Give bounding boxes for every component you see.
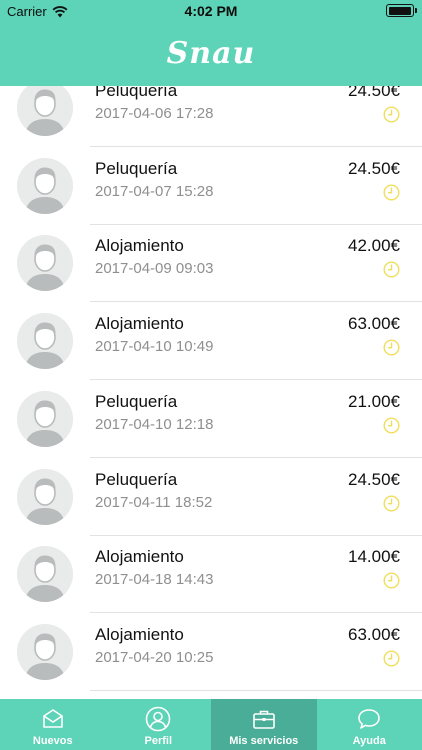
service-price: 24.50€	[348, 158, 400, 178]
avatar	[17, 86, 73, 136]
service-date: 2017-04-11 18:52	[95, 493, 213, 511]
tab-nuevos[interactable]: Nuevos	[0, 699, 106, 750]
service-date: 2017-04-09 09:03	[95, 260, 214, 278]
inbox-icon	[40, 706, 66, 732]
service-date: 2017-04-10 10:49	[95, 338, 214, 356]
service-title: Peluquería	[95, 469, 178, 489]
clock-icon	[383, 494, 400, 512]
tab-label: Mis servicios	[229, 735, 299, 747]
battery-fill	[388, 6, 411, 15]
clock-icon	[383, 339, 400, 356]
tab-perfil[interactable]: Perfil	[106, 699, 212, 750]
app-logo-title: Snau	[166, 36, 256, 71]
clock-icon	[383, 572, 400, 589]
status-time: 4:02 PM	[184, 3, 238, 19]
chat-bubble-icon	[356, 706, 382, 732]
clock-icon	[383, 261, 400, 278]
tab-bar: Nuevos Perfil Mis servicios Ayuda	[0, 699, 422, 750]
briefcase-icon	[251, 706, 277, 732]
clock-icon	[383, 417, 400, 434]
service-row[interactable]: Peluquería 2017-04-11 18:52 24.50€	[0, 458, 422, 536]
service-row[interactable]: Peluquería 2017-04-10 12:18 21.00€	[0, 380, 422, 458]
service-title: Alojamiento	[95, 236, 184, 256]
tab-label: Nuevos	[32, 735, 73, 747]
tab-label: Ayuda	[352, 735, 386, 747]
tab-ayuda[interactable]: Ayuda	[317, 699, 422, 750]
service-date: 2017-04-10 12:18	[95, 415, 214, 433]
services-list[interactable]: Peluquería 2017-04-06 17:28 24.50€ Peluq…	[0, 86, 422, 699]
tab-mis-servicios[interactable]: Mis servicios	[211, 699, 317, 750]
service-price: 21.00€	[348, 391, 400, 411]
tab-label: Perfil	[144, 735, 172, 747]
status-bar: Carrier 4:02 PM	[0, 0, 422, 22]
avatar	[17, 468, 73, 525]
service-row[interactable]: Peluquería 2017-04-07 15:28 24.50€	[0, 147, 422, 225]
avatar	[17, 235, 73, 292]
clock-icon	[383, 184, 400, 201]
service-row[interactable]: Peluquería 2017-04-06 17:28 24.50€	[0, 86, 422, 147]
service-price: 24.50€	[348, 469, 400, 489]
navigation-bar: Snau	[0, 22, 422, 86]
battery-indicator	[386, 4, 417, 17]
service-price: 14.00€	[348, 547, 400, 567]
service-date: 2017-04-07 15:28	[95, 182, 214, 200]
row-divider	[90, 689, 422, 691]
avatar	[17, 157, 73, 214]
service-price: 24.50€	[348, 86, 400, 100]
service-title: Peluquería	[95, 158, 178, 178]
service-title: Peluquería	[95, 391, 178, 411]
service-date: 2017-04-18 14:43	[95, 571, 214, 589]
service-row[interactable]: Alojamiento 2017-04-10 10:49 63.00€	[0, 302, 422, 381]
clock-icon	[383, 650, 400, 667]
avatar	[17, 623, 73, 680]
service-title: Alojamiento	[95, 314, 184, 334]
avatar	[17, 390, 73, 447]
profile-icon	[145, 706, 171, 732]
service-row[interactable]: Alojamiento 2017-04-18 14:43 14.00€	[0, 535, 422, 614]
battery-icon	[386, 4, 417, 17]
service-title: Peluquería	[95, 86, 178, 100]
clock-icon	[383, 106, 400, 123]
service-title: Alojamiento	[95, 547, 184, 567]
service-date: 2017-04-06 17:28	[95, 105, 214, 122]
service-date: 2017-04-20 10:25	[95, 648, 214, 666]
service-price: 63.00€	[348, 314, 400, 334]
avatar	[17, 546, 73, 603]
service-row[interactable]: Alojamiento 2017-04-09 09:03 42.00€	[0, 224, 422, 303]
service-title: Alojamiento	[95, 624, 184, 644]
service-row[interactable]: Alojamiento 2017-04-20 10:25 63.00€	[0, 613, 422, 691]
service-price: 63.00€	[348, 624, 400, 644]
service-price: 42.00€	[348, 236, 400, 256]
avatar	[17, 313, 73, 370]
